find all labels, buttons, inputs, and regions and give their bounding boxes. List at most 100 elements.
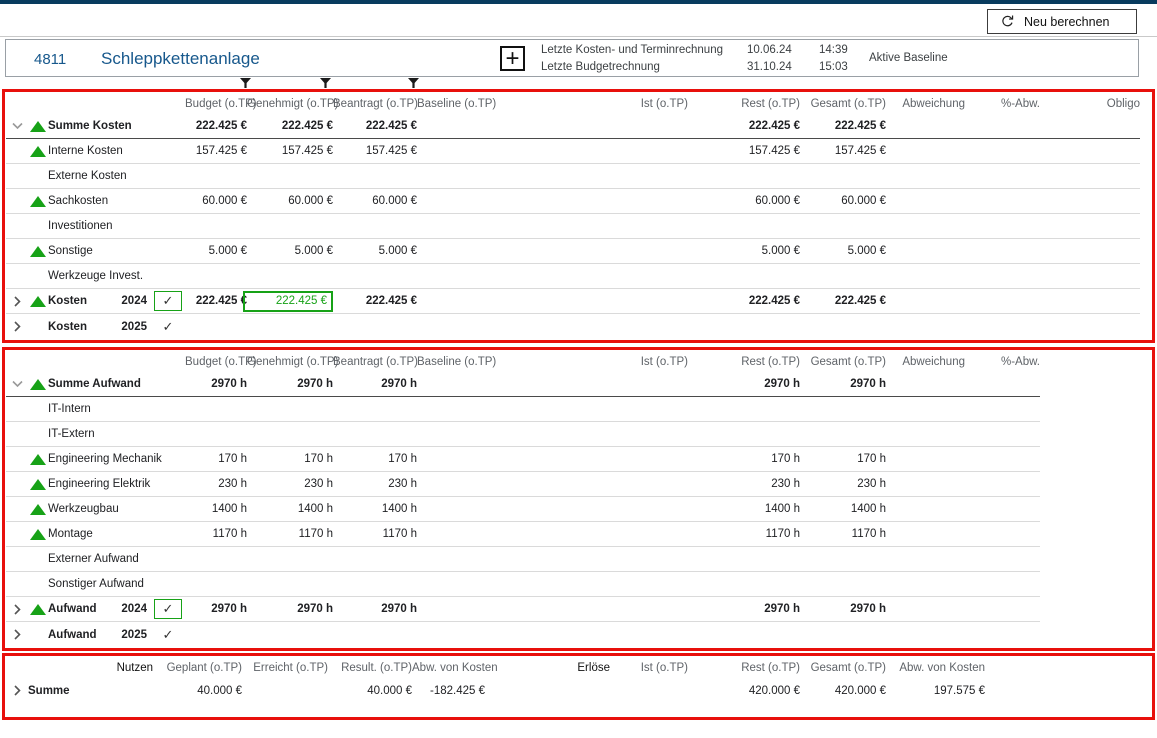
value-cell: 2970 h — [247, 603, 333, 615]
trend-up-icon — [28, 296, 48, 307]
chevron-down-icon[interactable] — [6, 378, 28, 391]
table-row[interactable]: Interne Kosten157.425 €157.425 €157.425 … — [6, 139, 1140, 164]
column-header: Ist (o.TP) — [487, 98, 688, 110]
table-row[interactable]: Montage1170 h1170 h1170 h1170 h1170 h — [6, 522, 1040, 547]
year-checkbox[interactable]: ✓ — [154, 291, 182, 311]
value-cell: 230 h — [185, 478, 247, 490]
table-row[interactable]: IT-Extern — [6, 422, 1040, 447]
column-header: Rest (o.TP) — [688, 98, 800, 110]
value-cell: 157.425 € — [185, 145, 247, 157]
column-header: Baseline (o.TP) — [417, 356, 487, 368]
row-label: Werkzeugbau — [48, 503, 185, 515]
value-cell: 5.000 € — [688, 245, 800, 257]
table-row[interactable]: Kosten2024✓222.425 €222.425 €222.425 €22… — [6, 289, 1140, 314]
value-cell: 60.000 € — [333, 195, 417, 207]
chevron-right-icon[interactable] — [6, 603, 28, 616]
table-row[interactable]: Engineering Mechanik170 h170 h170 h170 h… — [6, 447, 1040, 472]
year-checkbox[interactable]: ✓ — [154, 599, 182, 619]
table-row[interactable]: Sonstige5.000 €5.000 €5.000 €5.000 €5.00… — [6, 239, 1140, 264]
chevron-right-icon[interactable] — [6, 684, 28, 697]
row-label: Investitionen — [48, 220, 185, 232]
table-row[interactable]: Sonstiger Aufwand — [6, 572, 1040, 597]
value-cell: 170 h — [688, 453, 800, 465]
row-label: Montage — [48, 528, 185, 540]
value-cell: 5.000 € — [185, 245, 247, 257]
table-row[interactable]: IT-Intern — [6, 397, 1040, 422]
trend-up-icon — [28, 479, 48, 490]
table-row[interactable]: Investitionen — [6, 214, 1140, 239]
value-cell: 170 h — [185, 453, 247, 465]
table-row[interactable]: Externer Aufwand — [6, 547, 1040, 572]
table-row[interactable]: Engineering Elektrik230 h230 h230 h230 h… — [6, 472, 1040, 497]
active-baseline-label: Aktive Baseline — [869, 52, 948, 64]
table-row[interactable]: Sachkosten60.000 €60.000 €60.000 €60.000… — [6, 189, 1140, 214]
column-header: Genehmigt (o.TP) — [247, 98, 333, 110]
filter-icon-beantragt[interactable] — [407, 78, 420, 89]
value-cell: 170 h — [247, 453, 333, 465]
recalculate-label: Neu berechnen — [1024, 15, 1109, 29]
editable-value-field[interactable]: 222.425 € — [243, 291, 333, 312]
row-label: Sachkosten — [48, 195, 185, 207]
value-cell: 2970 h — [185, 378, 247, 390]
table-row[interactable]: Werkzeuge Invest. — [6, 264, 1140, 289]
chevron-right-icon[interactable] — [6, 320, 28, 333]
table-header-row: NutzenGeplant (o.TP)Erreicht (o.TP)Resul… — [6, 657, 985, 678]
value-cell: 2970 h — [333, 603, 417, 615]
calculation-info: Letzte Kosten- und Terminrechnung Letzte… — [541, 44, 857, 73]
value-cell: 222.425 € — [247, 120, 333, 132]
value-cell: 222.425 € — [185, 295, 247, 307]
year-label: 2025 — [121, 629, 147, 641]
column-header: Ist (o.TP) — [487, 356, 688, 368]
last-cost-calc-date: 10.06.24 — [747, 44, 809, 56]
column-header: %-Abw. — [965, 98, 1040, 110]
value-cell: -182.425 € — [412, 685, 485, 697]
value-cell: 2970 h — [333, 378, 417, 390]
column-header: Nutzen — [28, 662, 153, 674]
last-cost-calc-label: Letzte Kosten- und Terminrechnung — [541, 44, 741, 56]
value-cell: 157.425 € — [800, 145, 886, 157]
column-header: Abw. von Kosten — [412, 662, 485, 674]
add-icon[interactable]: + — [500, 46, 525, 71]
value-cell: 1400 h — [800, 503, 886, 515]
effort-section: Budget (o.TP)Genehmigt (o.TP)Beantragt (… — [2, 347, 1155, 651]
row-label: Summe Kosten — [48, 120, 185, 132]
benefits-section: NutzenGeplant (o.TP)Erreicht (o.TP)Resul… — [2, 653, 1155, 720]
table-row[interactable]: Aufwand2025✓ — [6, 622, 1040, 647]
chevron-right-icon[interactable] — [6, 295, 28, 308]
column-header: Erlöse — [485, 662, 610, 674]
value-cell: 60.000 € — [247, 195, 333, 207]
trend-up-icon — [28, 504, 48, 515]
table-row[interactable]: Werkzeugbau1400 h1400 h1400 h1400 h1400 … — [6, 497, 1040, 522]
table-row[interactable]: Kosten2025✓ — [6, 314, 1140, 339]
table-row[interactable]: Summe40.000 €40.000 €-182.425 €420.000 €… — [6, 678, 985, 703]
trend-up-icon — [28, 379, 48, 390]
chevron-down-icon[interactable] — [6, 120, 28, 133]
row-label: IT-Intern — [48, 403, 185, 415]
value-cell: 222.425 € — [688, 120, 800, 132]
column-header: Budget (o.TP) — [185, 98, 247, 110]
last-budget-calc-date: 31.10.24 — [747, 61, 809, 73]
table-row[interactable]: Summe Aufwand2970 h2970 h2970 h2970 h297… — [6, 372, 1040, 397]
value-cell: 222.425 € — [333, 295, 417, 307]
row-label: Sonstiger Aufwand — [48, 578, 185, 590]
recalculate-button[interactable]: Neu berechnen — [987, 9, 1137, 34]
row-label: Sonstige — [48, 245, 185, 257]
value-cell: 420.000 € — [800, 685, 886, 697]
filter-icon-genehmigt[interactable] — [319, 78, 332, 89]
value-cell: 157.425 € — [688, 145, 800, 157]
table-row[interactable]: Externe Kosten — [6, 164, 1140, 189]
value-cell: 2970 h — [247, 378, 333, 390]
row-label: Kosten — [48, 321, 121, 333]
toolbar: Neu berechnen — [0, 4, 1157, 37]
row-label: Interne Kosten — [48, 145, 185, 157]
last-budget-calc-label: Letzte Budgetrechnung — [541, 61, 741, 73]
value-cell: 60.000 € — [185, 195, 247, 207]
chevron-right-icon[interactable] — [6, 628, 28, 641]
column-header: Rest (o.TP) — [688, 662, 800, 674]
value-cell: 5.000 € — [800, 245, 886, 257]
filter-icon-budget[interactable] — [239, 78, 252, 89]
value-cell: 60.000 € — [688, 195, 800, 207]
table-row[interactable]: Summe Kosten222.425 €222.425 €222.425 €2… — [6, 114, 1140, 139]
value-cell: 5.000 € — [333, 245, 417, 257]
table-row[interactable]: Aufwand2024✓2970 h2970 h2970 h2970 h2970… — [6, 597, 1040, 622]
